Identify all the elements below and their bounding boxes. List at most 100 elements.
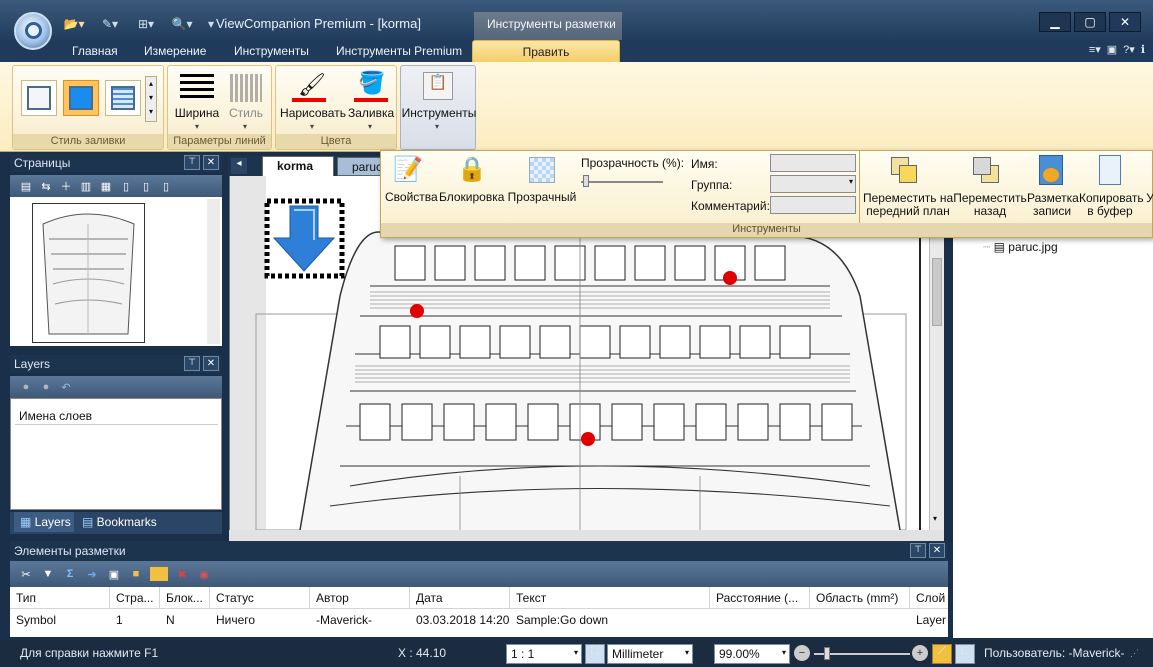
- minimize-button[interactable]: ▁: [1039, 12, 1071, 32]
- snap-icon[interactable]: ⟋: [932, 644, 952, 664]
- lock-icon[interactable]: ■: [128, 566, 144, 582]
- tab-tools-premium[interactable]: Инструменты Premium: [336, 40, 462, 62]
- markup-tool-icon[interactable]: ✎▾: [96, 15, 124, 33]
- fill-gallery-scroll[interactable]: ▴ ▾ ▾: [145, 76, 157, 122]
- line-width-icon[interactable]: [180, 74, 214, 102]
- document-tab-korma[interactable]: korma: [262, 156, 334, 176]
- column-header[interactable]: Расстояние (...: [710, 587, 810, 609]
- info-icon[interactable]: ℹ: [1141, 43, 1145, 56]
- thumbnail-scrollbar[interactable]: [207, 199, 220, 344]
- copy-buffer-button[interactable]: Копировать в буфер: [1079, 192, 1144, 218]
- table-cell[interactable]: Ничего: [210, 610, 310, 630]
- markup-record-button[interactable]: Разметка записи: [1027, 192, 1079, 218]
- column-header[interactable]: Тип: [10, 587, 110, 609]
- table-cell[interactable]: [710, 610, 810, 630]
- table-cell[interactable]: Sample:Go down: [510, 610, 710, 630]
- zoom-in-icon[interactable]: +: [912, 645, 928, 661]
- properties-button[interactable]: Свойства: [385, 191, 438, 204]
- tab-scroll-left-icon[interactable]: ◂: [231, 158, 247, 174]
- line-width-label[interactable]: Ширина: [174, 106, 220, 120]
- window-icon[interactable]: ▣: [1107, 43, 1117, 56]
- scroll-down-icon[interactable]: ▾: [933, 514, 937, 523]
- name-field[interactable]: [770, 154, 856, 172]
- truncated-button[interactable]: У: [1145, 192, 1153, 205]
- help-icon[interactable]: ?▾: [1123, 43, 1135, 56]
- delete-icon[interactable]: ✖: [174, 566, 190, 582]
- table-cell[interactable]: N: [160, 610, 210, 630]
- tab-edit[interactable]: Править: [472, 40, 620, 62]
- go-to-icon[interactable]: ➜: [84, 566, 100, 582]
- tab-tools[interactable]: Инструменты: [234, 40, 309, 62]
- comment-field[interactable]: [770, 196, 856, 214]
- file-tree-item[interactable]: ┈ ▤ paruc.jpg: [983, 240, 1058, 254]
- page-thumbnail[interactable]: [32, 203, 145, 343]
- application-menu-button[interactable]: [14, 12, 52, 50]
- scrollbar-thumb[interactable]: [932, 258, 942, 326]
- column-header[interactable]: Стра...: [110, 587, 160, 609]
- table-cell[interactable]: 03.03.2018 14:20: [410, 610, 510, 630]
- fill-hatch-button[interactable]: [105, 80, 141, 116]
- resize-grip-icon[interactable]: ⋰: [1130, 648, 1139, 659]
- close-button[interactable]: ✕: [1109, 12, 1141, 32]
- table-cell[interactable]: 1: [110, 610, 160, 630]
- page-doc-icon[interactable]: ▯: [158, 178, 174, 194]
- bulb-on-icon[interactable]: ●: [18, 379, 34, 395]
- column-header[interactable]: Статус: [210, 587, 310, 609]
- tab-measure[interactable]: Измерение: [144, 40, 206, 62]
- column-header[interactable]: Дата: [410, 587, 510, 609]
- undo-icon[interactable]: ↶: [58, 379, 74, 395]
- page-add-icon[interactable]: ＋: [58, 178, 74, 194]
- close-icon[interactable]: ✕: [203, 356, 219, 371]
- column-header[interactable]: Автор: [310, 587, 410, 609]
- bring-front-button[interactable]: Переместить на передний план: [863, 192, 953, 218]
- table-cell[interactable]: -Maverick-: [310, 610, 410, 630]
- pin-icon[interactable]: ⊤: [184, 155, 200, 170]
- maximize-button[interactable]: ▢: [1074, 12, 1106, 32]
- transparent-button[interactable]: Прозрачный: [507, 191, 577, 204]
- bulb-off-icon[interactable]: ●: [38, 379, 54, 395]
- transparency-slider[interactable]: [581, 181, 663, 183]
- stamp-icon[interactable]: ▣: [106, 566, 122, 582]
- send-back-button[interactable]: Переместить назад: [953, 192, 1027, 218]
- pin-icon[interactable]: ⊤: [910, 543, 926, 558]
- column-header[interactable]: Текст: [510, 587, 710, 609]
- fill-color-button[interactable]: Заливка: [348, 106, 394, 120]
- transparency-slider-thumb[interactable]: [583, 175, 589, 187]
- tab-home[interactable]: Главная: [72, 40, 118, 62]
- column-header[interactable]: Блок...: [160, 587, 210, 609]
- column-header[interactable]: Область (mm²): [810, 587, 910, 609]
- open-folder-icon[interactable]: 📂▾: [60, 15, 88, 33]
- draw-color-button[interactable]: Нарисовать: [280, 106, 346, 120]
- comment-icon[interactable]: [150, 567, 168, 581]
- table-cell[interactable]: Layer: [910, 610, 948, 630]
- zoom-out-icon[interactable]: −: [794, 645, 810, 661]
- tools-icon[interactable]: ✂: [18, 566, 34, 582]
- zoom-select[interactable]: 99.00% ▾: [714, 644, 790, 664]
- layers-icon[interactable]: ◉: [196, 566, 212, 582]
- filter-icon[interactable]: ▼: [40, 566, 56, 582]
- page-doc-icon[interactable]: ▯: [118, 178, 134, 194]
- align-tool-icon[interactable]: ⊞▾: [132, 15, 160, 33]
- group-select[interactable]: ▾: [770, 175, 856, 193]
- ortho-icon[interactable]: ∟: [955, 644, 975, 664]
- pin-icon[interactable]: ⊤: [184, 356, 200, 371]
- table-cell[interactable]: Symbol: [10, 610, 110, 630]
- page-insert-icon[interactable]: ▤: [18, 178, 34, 194]
- sum-icon[interactable]: Σ: [62, 566, 78, 582]
- bookmarks-tab[interactable]: ▤ Bookmarks: [78, 512, 168, 532]
- units-select[interactable]: Millimeter ▾: [607, 644, 693, 664]
- clipboard-icon[interactable]: 📋: [423, 72, 453, 100]
- sort-icon[interactable]: ≡▾: [1089, 43, 1101, 56]
- page-move-icon[interactable]: ⇆: [38, 178, 54, 194]
- scale-select[interactable]: 1 : 1 ▾: [506, 644, 582, 664]
- fill-none-button[interactable]: [21, 80, 57, 116]
- page-doc-icon[interactable]: ▯: [138, 178, 154, 194]
- table-cell[interactable]: [810, 610, 910, 630]
- fill-solid-button[interactable]: [63, 80, 99, 116]
- units-toggle-icon[interactable]: ⛶: [585, 644, 605, 664]
- column-header[interactable]: Слой: [910, 587, 948, 609]
- tools-dropdown-button[interactable]: Инструменты: [401, 106, 477, 120]
- layers-tab[interactable]: ▦ Layers: [14, 512, 74, 532]
- zoom-slider-thumb[interactable]: [824, 647, 830, 660]
- close-icon[interactable]: ✕: [203, 155, 219, 170]
